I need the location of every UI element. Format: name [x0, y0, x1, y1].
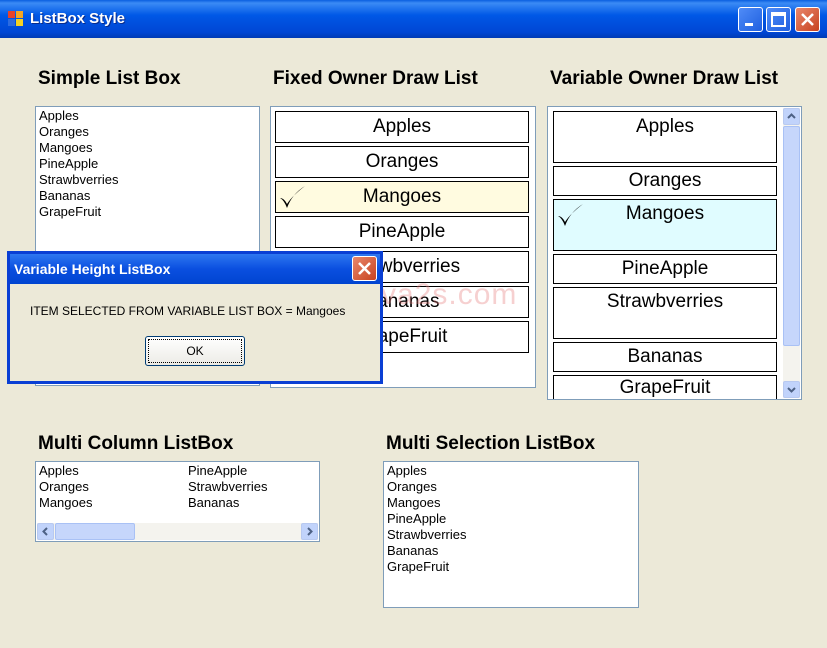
scroll-down-button[interactable] — [783, 381, 800, 398]
scroll-thumb[interactable] — [783, 126, 800, 346]
item-label: Apples — [372, 116, 432, 137]
title-bar: ListBox Style — [0, 0, 827, 38]
item-label: Oranges — [365, 151, 439, 172]
chevron-down-icon — [787, 387, 796, 393]
list-item[interactable]: Strawbverries — [36, 172, 259, 188]
window-title: ListBox Style — [30, 10, 126, 27]
item-label: Strawbverries — [606, 291, 724, 312]
list-item[interactable]: Oranges — [275, 146, 529, 178]
list-item[interactable]: GrapeFruit — [384, 559, 638, 575]
maximize-icon — [771, 12, 786, 27]
item-label: Mangoes — [625, 203, 705, 224]
list-item[interactable]: Apples — [384, 463, 638, 479]
chevron-left-icon — [42, 527, 48, 536]
list-item[interactable]: PineApple — [553, 254, 777, 284]
list-item[interactable]: Oranges — [553, 166, 777, 196]
list-item[interactable]: Bananas — [384, 543, 638, 559]
list-item[interactable]: Apples — [36, 108, 259, 124]
ok-button[interactable]: OK — [145, 336, 245, 366]
multi-column-label: Multi Column ListBox — [38, 433, 234, 454]
scroll-right-button[interactable] — [301, 523, 318, 540]
list-item[interactable]: Mangoes — [384, 495, 638, 511]
dialog-close-button[interactable] — [352, 256, 377, 281]
dialog-title-bar: Variable Height ListBox — [10, 254, 380, 284]
list-item[interactable]: PineApple — [275, 216, 529, 248]
multi-column-listbox[interactable]: Apples Oranges Mangoes PineApple Strawbv… — [35, 461, 320, 542]
dialog-message: ITEM SELECTED FROM VARIABLE LIST BOX = M… — [30, 304, 346, 318]
list-item[interactable]: Bananas — [36, 188, 259, 204]
list-item[interactable]: Apples — [553, 111, 777, 163]
simple-list-label: Simple List Box — [38, 68, 181, 89]
scroll-up-button[interactable] — [783, 108, 800, 125]
list-item[interactable]: Oranges — [36, 124, 259, 140]
close-icon — [358, 262, 371, 275]
scroll-left-button[interactable] — [37, 523, 54, 540]
list-item[interactable]: Oranges — [384, 479, 638, 495]
list-item-selected[interactable]: Mangoes — [275, 181, 529, 213]
chevron-up-icon — [787, 113, 796, 119]
checkmark-icon — [558, 204, 583, 226]
list-item[interactable]: Oranges — [36, 479, 92, 495]
item-label: PineApple — [621, 258, 709, 279]
app-icon — [8, 11, 23, 26]
horizontal-scrollbar[interactable] — [37, 523, 318, 540]
list-item[interactable]: Apples — [36, 463, 92, 479]
list-item[interactable]: GrapeFruit — [36, 204, 259, 220]
close-button[interactable] — [795, 7, 820, 32]
list-item[interactable]: GrapeFruit — [553, 375, 777, 399]
minimize-button[interactable] — [738, 7, 763, 32]
list-item[interactable]: Strawbverries — [553, 287, 777, 339]
vertical-scrollbar[interactable] — [783, 108, 800, 398]
maximize-button[interactable] — [766, 7, 791, 32]
multi-selection-label: Multi Selection ListBox — [386, 433, 596, 454]
variable-list-label: Variable Owner Draw List — [550, 68, 779, 89]
item-label: Bananas — [627, 346, 703, 367]
list-item[interactable]: Apples — [275, 111, 529, 143]
list-item[interactable]: PineApple — [185, 463, 267, 479]
column-2: PineApple Strawbverries Bananas — [185, 462, 267, 511]
list-item[interactable]: PineApple — [384, 511, 638, 527]
item-label: PineApple — [358, 221, 446, 242]
checkmark-icon — [280, 186, 305, 208]
list-item[interactable]: Strawbverries — [185, 479, 267, 495]
column-1: Apples Oranges Mangoes — [36, 462, 92, 511]
list-item-selected[interactable]: Mangoes — [553, 199, 777, 251]
item-label: Oranges — [628, 170, 702, 191]
list-item[interactable]: Bananas — [185, 495, 267, 511]
chevron-right-icon — [307, 527, 313, 536]
list-item[interactable]: Bananas — [553, 342, 777, 372]
list-item[interactable]: Mangoes — [36, 495, 92, 511]
dialog-title: Variable Height ListBox — [14, 261, 171, 277]
item-label: Apples — [635, 116, 695, 137]
item-label: Mangoes — [362, 186, 442, 207]
minimize-icon — [745, 23, 753, 26]
close-icon — [801, 13, 814, 26]
list-item[interactable]: Mangoes — [36, 140, 259, 156]
variable-owner-draw-listbox[interactable]: Apples Oranges Mangoes PineApple Strawbv… — [547, 106, 802, 400]
item-label: GrapeFruit — [619, 377, 711, 398]
fixed-list-label: Fixed Owner Draw List — [273, 68, 478, 89]
message-dialog: Variable Height ListBox ITEM SELECTED FR… — [7, 251, 383, 384]
main-window: ListBox Style Simple List Box Fixed Owne… — [0, 0, 827, 648]
list-item[interactable]: Strawbverries — [384, 527, 638, 543]
scroll-thumb[interactable] — [55, 523, 135, 540]
multi-selection-listbox[interactable]: Apples Oranges Mangoes PineApple Strawbv… — [383, 461, 639, 608]
list-item[interactable]: PineApple — [36, 156, 259, 172]
